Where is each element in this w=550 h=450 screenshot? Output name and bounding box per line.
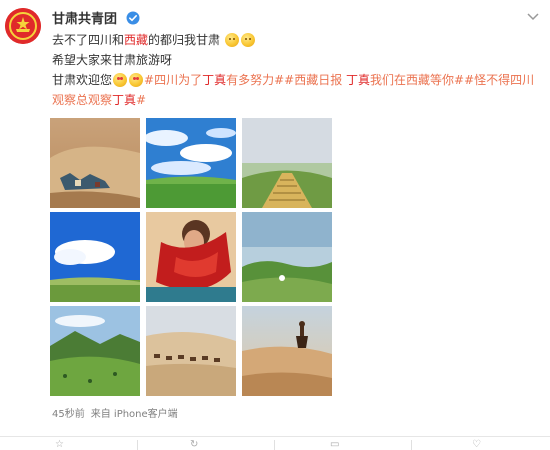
heart-eyes-icon xyxy=(113,73,128,87)
pleading-face-icon xyxy=(224,33,239,47)
hashtag-sichuan[interactable]: #四川为了丁真有多努力# xyxy=(144,73,284,87)
image-thumb[interactable] xyxy=(242,306,332,396)
avatar[interactable] xyxy=(5,8,41,44)
post-line-1: 去不了四川和西藏的都归我甘肃 xyxy=(52,30,542,50)
username[interactable]: 甘肃共青团 xyxy=(52,8,140,27)
image-thumb[interactable] xyxy=(146,118,236,208)
pleading-face-icon xyxy=(240,33,255,47)
comment-icon[interactable]: ▭ xyxy=(330,440,346,450)
post-text: 去不了四川和西藏的都归我甘肃 希望大家来甘肃旅游呀 甘肃欢迎您 #四川为了丁真有多… xyxy=(52,30,542,110)
verified-check-icon xyxy=(126,11,140,25)
communist-youth-league-emblem-icon xyxy=(5,8,41,44)
favorite-icon[interactable]: ☆ xyxy=(55,440,71,450)
post-line-2: 希望大家来甘肃旅游呀 xyxy=(52,53,173,67)
chevron-down-icon[interactable] xyxy=(526,12,540,22)
post-meta: 45秒前 来自 iPhone客户端 xyxy=(52,405,178,420)
post-line-3: 甘肃欢迎您 #四川为了丁真有多努力##西藏日报 丁真我们在西藏等你##怪不得四川观… xyxy=(52,73,535,107)
source-link[interactable]: 来自 iPhone客户端 xyxy=(91,409,178,420)
image-thumb[interactable] xyxy=(50,306,140,396)
hashtag-tibet-daily[interactable]: #西藏日报 丁真我们在西藏等你# xyxy=(284,73,464,87)
image-thumb[interactable] xyxy=(50,118,140,208)
image-grid xyxy=(50,118,332,398)
image-thumb[interactable] xyxy=(50,212,140,302)
action-toolbar: ☆ ↻ ▭ ♡ xyxy=(0,437,550,450)
image-thumb[interactable] xyxy=(146,212,236,302)
timestamp[interactable]: 45秒前 xyxy=(52,409,85,420)
image-thumb[interactable] xyxy=(146,306,236,396)
repost-icon[interactable]: ↻ xyxy=(190,440,206,450)
heart-eyes-icon xyxy=(129,73,144,87)
username-text[interactable]: 甘肃共青团 xyxy=(52,12,117,27)
like-icon[interactable]: ♡ xyxy=(472,440,488,450)
image-thumb[interactable] xyxy=(242,118,332,208)
image-thumb[interactable] xyxy=(242,212,332,302)
